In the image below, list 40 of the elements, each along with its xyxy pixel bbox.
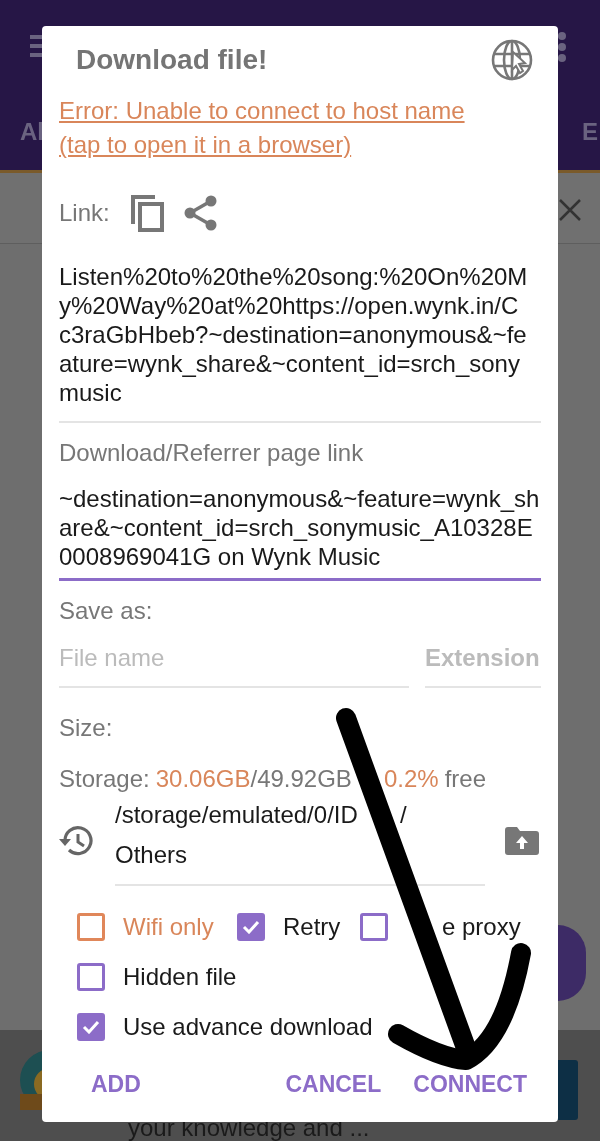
- size-label: Size:: [59, 714, 113, 743]
- checkbox[interactable]: [77, 963, 105, 992]
- copy-icon[interactable]: [129, 194, 164, 233]
- dialog-title: Download file!: [76, 44, 268, 77]
- tab-label[interactable]: E: [582, 118, 598, 146]
- referrer-label: Download/Referrer page link: [59, 439, 364, 468]
- error-link[interactable]: Error: Unable to connect to host name (tap to open it in a browser): [59, 94, 499, 163]
- path-text: /storage/emulated/0/ID: [115, 800, 359, 831]
- more-icon[interactable]: [558, 32, 566, 62]
- checkbox-option[interactable]: Hidden file: [77, 957, 541, 998]
- checkbox-option[interactable]: e proxy: [360, 907, 521, 948]
- add-button[interactable]: ADD: [81, 1069, 151, 1101]
- history-icon[interactable]: [59, 824, 93, 857]
- link-label: Link:: [59, 199, 110, 228]
- check-icon: [82, 1020, 100, 1035]
- checkbox-option[interactable]: Wifi only: [77, 907, 237, 948]
- storage-total: /49.92GB: [250, 765, 352, 794]
- close-icon[interactable]: [558, 198, 582, 222]
- share-icon[interactable]: [183, 195, 218, 232]
- check-icon: [242, 920, 260, 935]
- storage-label: Storage:: [59, 765, 150, 794]
- storage-used: 30.06GB: [155, 765, 251, 794]
- checkbox-option[interactable]: Retry: [237, 907, 360, 948]
- storage-percent: 0.2%: [384, 765, 439, 794]
- path-text: /: [400, 800, 407, 831]
- checkbox[interactable]: [360, 913, 388, 942]
- save-as-label: Save as:: [59, 597, 153, 626]
- dialog-button[interactable]: CANCEL: [275, 1069, 392, 1101]
- folder-path-field[interactable]: /storage/emulated/0/ID / Others: [115, 795, 485, 887]
- checkbox[interactable]: [77, 913, 105, 942]
- folder-upload-icon[interactable]: [505, 826, 539, 855]
- referrer-field[interactable]: ~destination=anonymous&~feature=wynk_share&~content_id=srch_sonymusic_A10328E0008969041G on Wynk Music: [59, 467, 541, 582]
- path-text: Others: [115, 840, 188, 871]
- storage-free: free: [444, 765, 487, 794]
- checkbox-option[interactable]: Use advance download: [77, 1007, 541, 1048]
- globe-icon[interactable]: [491, 39, 533, 82]
- checkbox[interactable]: [237, 913, 265, 942]
- link-text: Listen%20to%20the%20song:%20On%20My%20Way%20at%20https://open.wynk.in/Cc3raGbHbeb?~destination=anonymous&~feature=wynk_share&~content_id=srch_sonymusic: [59, 262, 529, 408]
- dialog-button[interactable]: CONNECT: [403, 1069, 537, 1101]
- checkbox[interactable]: [77, 1013, 105, 1042]
